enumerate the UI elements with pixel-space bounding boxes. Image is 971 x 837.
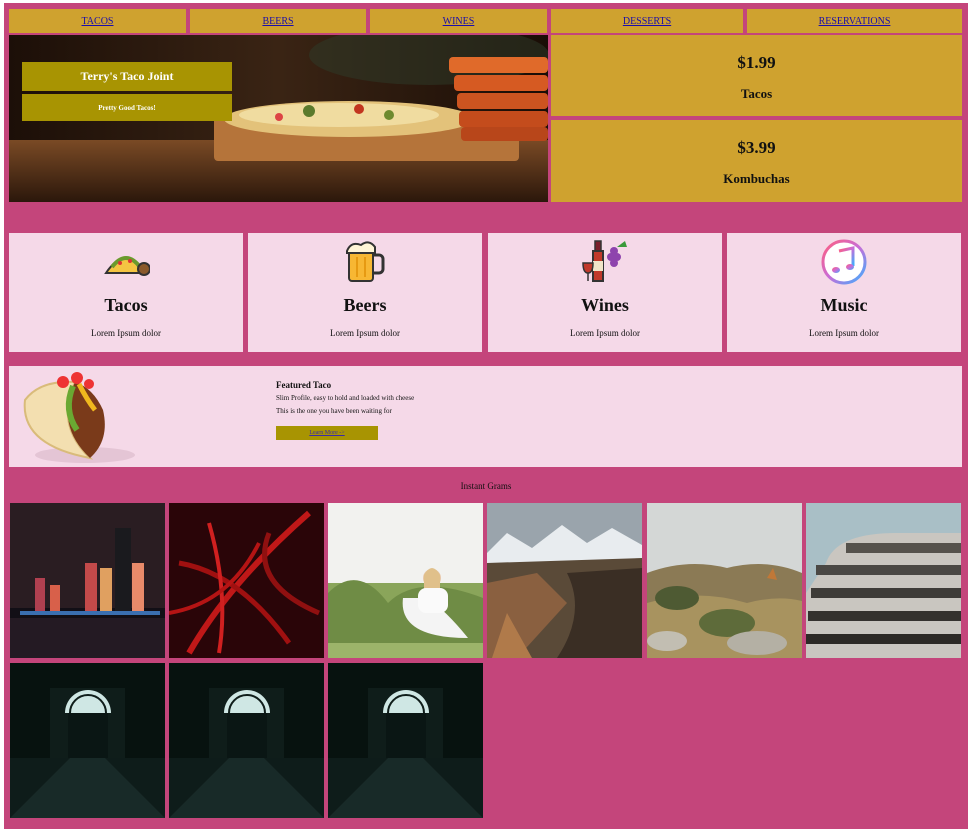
beer-mug-icon — [248, 239, 482, 283]
wine-grapes-icon — [488, 239, 722, 283]
card-music: Music Lorem Ipsum dolor — [727, 233, 961, 352]
price-item: Tacos — [740, 86, 773, 101]
card-title: Music — [820, 295, 868, 315]
nav-link[interactable]: WINES — [443, 16, 475, 27]
nav-item-tacos[interactable]: TACOS — [9, 9, 186, 33]
card-desc: Lorem Ipsum dolor — [570, 328, 640, 338]
price-item: Kombuchas — [723, 171, 790, 186]
price-box-kombuchas: $3.99 Kombuchas — [551, 120, 962, 202]
card-desc: Lorem Ipsum dolor — [809, 328, 879, 338]
hero-subtitle: Pretty Good Tacos! — [22, 94, 232, 121]
hero-image: Terry's Taco Joint Pretty Good Tacos! — [9, 35, 548, 202]
nav-link[interactable]: TACOS — [82, 16, 114, 27]
card-beers: Beers Lorem Ipsum dolor — [248, 233, 482, 352]
hero-title: Terry's Taco Joint — [22, 62, 232, 91]
card-title: Wines — [581, 295, 629, 315]
gram-photo-woman-field[interactable] — [328, 503, 483, 658]
nav-item-wines[interactable]: WINES — [370, 9, 547, 33]
instant-grams-label: Instant Grams — [460, 481, 512, 491]
nav-link[interactable]: RESERVATIONS — [819, 16, 891, 27]
price-box-tacos: $1.99 Tacos — [551, 35, 962, 116]
nav-link[interactable]: DESSERTS — [623, 16, 671, 27]
music-note-icon — [727, 239, 961, 285]
gram-photo-red-fern[interactable] — [169, 503, 324, 658]
taco-icon — [9, 239, 243, 283]
gram-photo-arch-door[interactable] — [328, 663, 483, 818]
page-frame: TACOS BEERS WINES DESSERTS RESERVATIONS — [4, 3, 968, 829]
gram-photo-arch-door[interactable] — [10, 663, 165, 818]
featured-text: Featured Taco Slim Profile, easy to hold… — [276, 380, 414, 440]
gram-photo-city-night[interactable] — [10, 503, 165, 658]
learn-more-button[interactable]: Learn More -> — [276, 426, 378, 440]
price-amount: $1.99 — [737, 53, 776, 72]
learn-more-link[interactable]: Learn More -> — [309, 430, 344, 436]
featured-taco-image — [23, 372, 135, 463]
nav-item-reservations[interactable]: RESERVATIONS — [747, 9, 962, 33]
gram-photo-arch-door[interactable] — [169, 663, 324, 818]
gram-photo-building[interactable] — [806, 503, 961, 658]
card-desc: Lorem Ipsum dolor — [91, 328, 161, 338]
nav-item-desserts[interactable]: DESSERTS — [551, 9, 743, 33]
card-tacos: Tacos Lorem Ipsum dolor — [9, 233, 243, 352]
gram-photo-mountains[interactable] — [487, 503, 642, 658]
featured-heading: Featured Taco — [276, 380, 332, 390]
card-desc: Lorem Ipsum dolor — [330, 328, 400, 338]
featured-line2: This is the one you have been waiting fo… — [276, 407, 392, 415]
nav-item-beers[interactable]: BEERS — [190, 9, 366, 33]
card-title: Tacos — [104, 295, 148, 315]
gram-photo-rocky-hills[interactable] — [647, 503, 802, 658]
featured-taco-section: Featured Taco Slim Profile, easy to hold… — [9, 366, 962, 467]
card-title: Beers — [343, 295, 387, 315]
price-amount: $3.99 — [737, 138, 776, 157]
featured-line1: Slim Profile, easy to hold and loaded wi… — [276, 394, 415, 402]
nav-link[interactable]: BEERS — [262, 16, 293, 27]
card-wines: Wines Lorem Ipsum dolor — [488, 233, 722, 352]
